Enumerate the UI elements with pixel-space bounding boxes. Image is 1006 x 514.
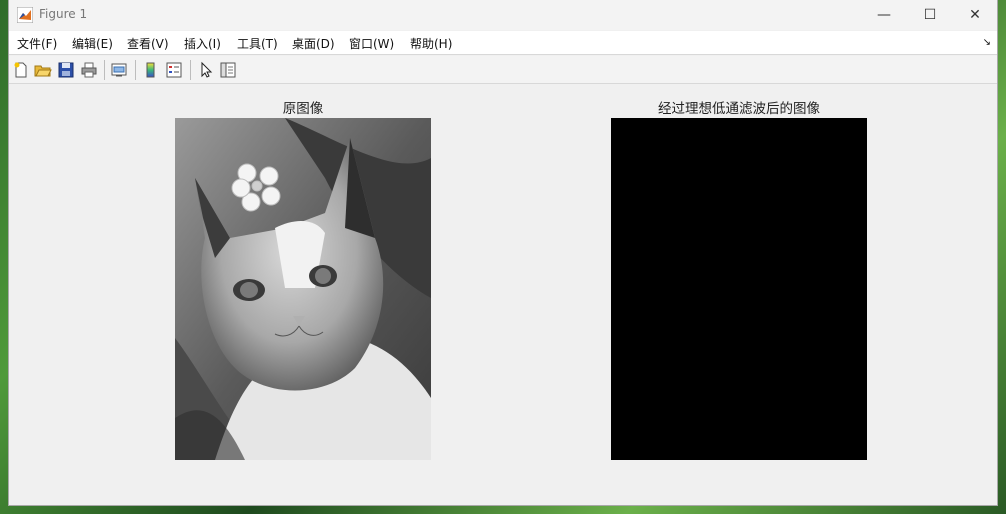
cat-grayscale-image	[175, 118, 431, 460]
new-figure-icon[interactable]	[12, 61, 30, 79]
maximize-button[interactable]: ☐	[907, 0, 953, 30]
figure-window: Figure 1 — ☐ ✕ 文件(F) 编辑(E) 查看(V) 插入(I) 工…	[8, 0, 998, 506]
original-image-title: 原图像	[282, 101, 324, 117]
toolbar-separator	[104, 60, 105, 80]
save-icon[interactable]	[57, 61, 75, 79]
property-editor-icon[interactable]	[219, 61, 237, 79]
menu-edit[interactable]: 编辑(E)	[72, 35, 113, 52]
title-bar[interactable]: Figure 1 — ☐ ✕	[9, 0, 997, 30]
menu-help[interactable]: 帮助(H)	[410, 35, 452, 52]
pointer-icon[interactable]	[197, 61, 215, 79]
close-icon: ✕	[969, 7, 981, 23]
minimize-icon: —	[877, 7, 891, 23]
legend-icon[interactable]	[165, 61, 183, 79]
menu-file[interactable]: 文件(F)	[17, 35, 57, 52]
matlab-icon	[17, 7, 33, 23]
toolbar-separator	[190, 60, 191, 80]
menu-view[interactable]: 查看(V)	[127, 35, 169, 52]
close-button[interactable]: ✕	[952, 0, 998, 30]
window-title: Figure 1	[39, 7, 88, 21]
toolbar-separator	[135, 60, 136, 80]
colorbar-icon[interactable]	[142, 61, 160, 79]
menu-bar: 文件(F) 编辑(E) 查看(V) 插入(I) 工具(T) 桌面(D) 窗口(W…	[9, 31, 997, 55]
menu-overflow-icon[interactable]: ↘	[983, 37, 991, 48]
filtered-image	[611, 118, 867, 460]
link-plot-icon[interactable]	[110, 61, 128, 79]
figure-toolbar	[9, 56, 997, 84]
menu-tools[interactable]: 工具(T)	[237, 35, 278, 52]
minimize-button[interactable]: —	[861, 0, 907, 30]
menu-insert[interactable]: 插入(I)	[184, 35, 221, 52]
menu-desktop[interactable]: 桌面(D)	[292, 35, 335, 52]
original-image	[175, 118, 431, 460]
menu-window[interactable]: 窗口(W)	[349, 35, 394, 52]
print-icon[interactable]	[80, 61, 98, 79]
open-file-icon[interactable]	[34, 61, 52, 79]
maximize-icon: ☐	[923, 7, 937, 23]
filtered-image-title: 经过理想低通滤波后的图像	[658, 101, 820, 117]
